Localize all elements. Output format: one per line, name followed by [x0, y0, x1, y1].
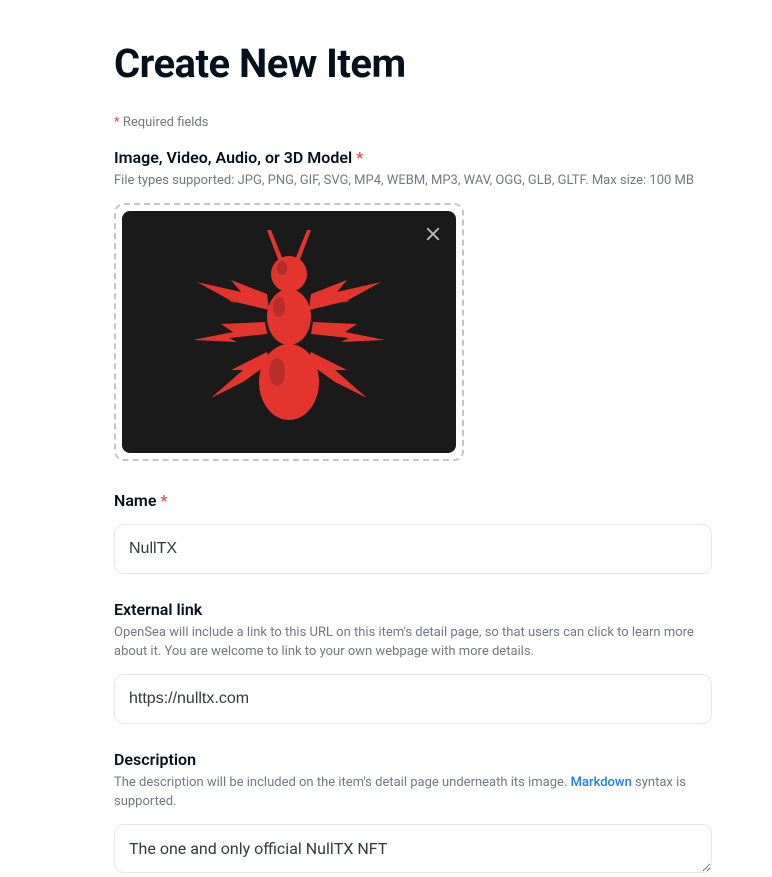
required-fields-note: * Required fields	[114, 115, 714, 130]
page-title: Create New Item	[114, 40, 714, 87]
name-input[interactable]	[114, 524, 712, 574]
description-hint: The description will be included on the …	[114, 773, 714, 812]
required-note-text: Required fields	[120, 115, 209, 130]
media-hint: File types supported: JPG, PNG, GIF, SVG…	[114, 171, 714, 191]
description-section: Description The description will be incl…	[114, 750, 714, 877]
media-preview	[122, 211, 456, 453]
name-label-text: Name	[114, 491, 156, 510]
markdown-link[interactable]: Markdown	[571, 775, 632, 790]
media-label: Image, Video, Audio, or 3D Model *	[114, 148, 714, 167]
name-label: Name *	[114, 491, 714, 510]
close-icon	[424, 225, 442, 243]
media-section: Image, Video, Audio, or 3D Model * File …	[114, 148, 714, 461]
required-asterisk: *	[160, 491, 167, 510]
remove-media-button[interactable]	[422, 223, 444, 245]
external-link-hint: OpenSea will include a link to this URL …	[114, 623, 714, 662]
media-label-text: Image, Video, Audio, or 3D Model	[114, 148, 352, 167]
name-section: Name *	[114, 491, 714, 574]
external-link-section: External link OpenSea will include a lin…	[114, 600, 714, 724]
description-hint-pre: The description will be included on the …	[114, 775, 571, 790]
external-link-input[interactable]	[114, 674, 712, 724]
description-input[interactable]	[114, 824, 712, 873]
media-dropzone[interactable]	[114, 203, 464, 461]
required-asterisk: *	[356, 148, 363, 167]
external-link-label: External link	[114, 600, 714, 619]
description-label: Description	[114, 750, 714, 769]
ant-icon	[189, 222, 389, 442]
